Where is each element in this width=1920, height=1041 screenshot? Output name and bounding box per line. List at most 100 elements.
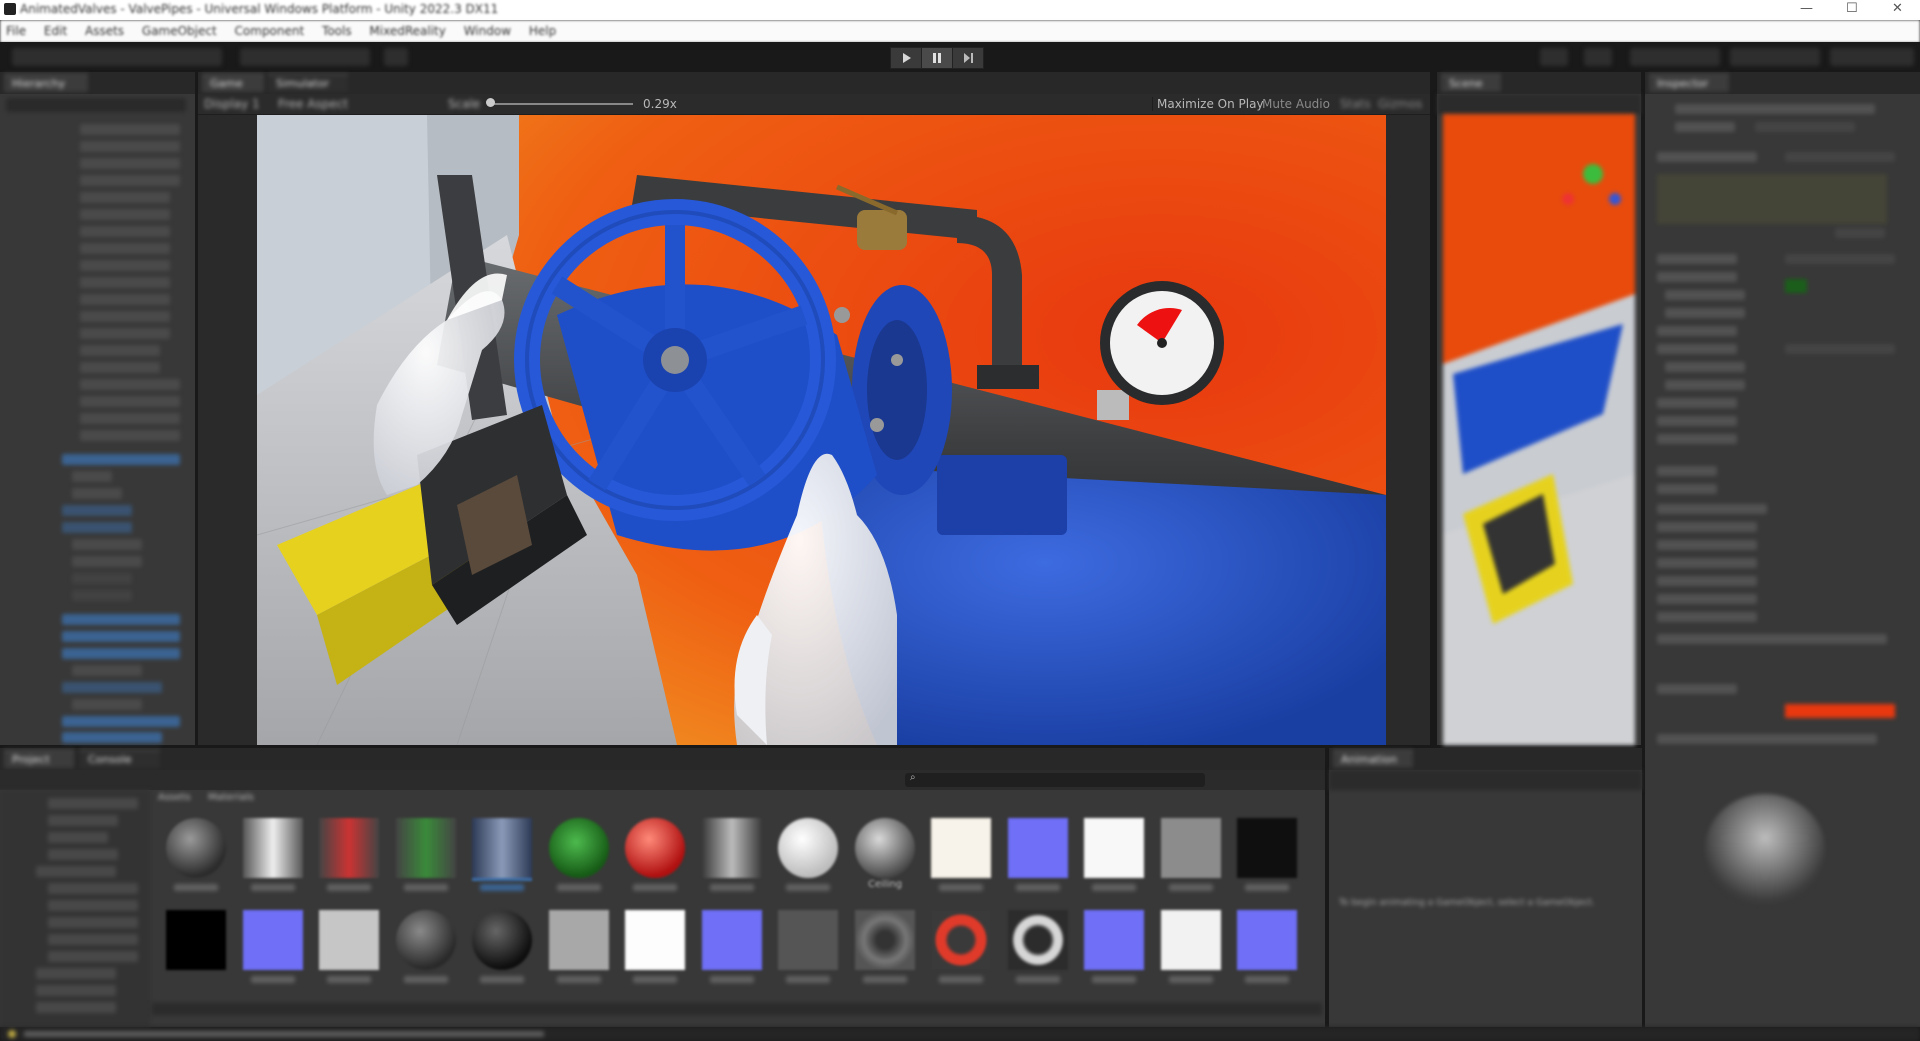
maximize-on-play-toggle[interactable]: Maximize On Play (1152, 97, 1264, 111)
material-thumbnail[interactable] (319, 818, 379, 878)
list-item[interactable] (80, 175, 180, 186)
material-thumbnail[interactable] (931, 910, 991, 970)
material-thumbnail[interactable] (702, 910, 762, 970)
material-thumbnail[interactable] (1237, 910, 1297, 970)
list-item[interactable] (80, 379, 180, 390)
breadcrumb-materials[interactable]: Materials (208, 792, 254, 803)
scene-viewport[interactable] (1443, 114, 1635, 745)
material-thumbnail[interactable] (625, 910, 685, 970)
list-item[interactable] (48, 815, 118, 826)
material-thumbnail[interactable] (243, 818, 303, 878)
mute-audio-toggle[interactable]: Mute Audio (1262, 97, 1330, 111)
cloud-icon[interactable] (1584, 48, 1612, 66)
scale-slider[interactable] (488, 103, 633, 105)
account-dropdown[interactable] (1630, 48, 1720, 66)
list-item[interactable] (80, 124, 180, 135)
list-item[interactable] (80, 362, 160, 373)
list-item[interactable] (72, 471, 112, 482)
material-thumbnail[interactable] (778, 910, 838, 970)
list-item[interactable] (62, 522, 132, 533)
tab-project[interactable]: Project (4, 750, 74, 768)
emission-color-swatch[interactable] (1785, 704, 1895, 718)
material-thumbnail[interactable] (1084, 910, 1144, 970)
list-item[interactable] (62, 732, 162, 743)
material-thumbnail[interactable] (1161, 818, 1221, 878)
list-item[interactable] (62, 716, 180, 727)
game-viewport[interactable] (257, 115, 1386, 745)
material-thumbnail[interactable] (855, 910, 915, 970)
list-item[interactable] (80, 158, 180, 169)
list-item[interactable] (62, 682, 162, 693)
menu-assets[interactable]: Assets (85, 24, 124, 38)
tab-animation[interactable]: Animation (1333, 750, 1413, 768)
collab-button[interactable] (1540, 48, 1568, 66)
minimize-icon[interactable]: — (1800, 1, 1813, 16)
surface-type-dropdown[interactable] (1785, 152, 1895, 162)
list-item[interactable] (80, 396, 180, 407)
list-item[interactable] (48, 951, 138, 962)
stats-toggle[interactable]: Stats (1340, 97, 1371, 111)
pivot-toggle[interactable] (240, 48, 370, 66)
material-thumbnail[interactable] (1084, 818, 1144, 878)
material-thumbnail[interactable] (1008, 818, 1068, 878)
material-thumbnail[interactable] (243, 910, 303, 970)
maximize-icon[interactable]: ☐ (1846, 1, 1858, 16)
list-item[interactable] (62, 631, 180, 642)
list-item[interactable] (48, 883, 138, 894)
scale-slider-handle[interactable] (486, 98, 495, 107)
menu-help[interactable]: Help (529, 24, 556, 38)
material-thumbnail[interactable] (396, 910, 456, 970)
advanced-options-header[interactable] (1657, 504, 1767, 514)
tab-game[interactable]: Game (202, 74, 264, 92)
list-item[interactable] (72, 539, 142, 550)
list-item[interactable] (48, 934, 138, 945)
tab-console[interactable]: Console (80, 750, 160, 768)
list-item[interactable] (80, 243, 170, 254)
list-item[interactable] (80, 260, 170, 271)
material-thumbnail[interactable] (319, 910, 379, 970)
grid-snap-button[interactable] (384, 48, 408, 66)
breadcrumb-assets[interactable]: Assets (158, 792, 191, 803)
menu-gameobject[interactable]: GameObject (142, 24, 217, 38)
material-thumbnail[interactable] (472, 818, 532, 881)
list-item[interactable] (80, 345, 160, 356)
material-thumbnail[interactable] (166, 818, 226, 878)
tab-simulator[interactable]: Simulator (268, 74, 348, 92)
inspector-dropdown[interactable] (1785, 254, 1895, 264)
material-thumbnail[interactable] (931, 818, 991, 878)
close-icon[interactable]: ✕ (1892, 1, 1903, 16)
list-item[interactable] (72, 488, 122, 499)
list-item[interactable] (48, 917, 138, 928)
material-thumbnail[interactable] (549, 910, 609, 970)
menu-tools[interactable]: Tools (322, 24, 352, 38)
gizmos-dropdown[interactable]: Gizmos (1378, 97, 1422, 111)
material-thumbnail[interactable] (625, 818, 685, 878)
list-item[interactable] (80, 311, 170, 322)
project-search-input[interactable]: ⌕ (905, 772, 1205, 787)
menu-component[interactable]: Component (235, 24, 305, 38)
list-item[interactable] (80, 226, 170, 237)
list-item[interactable] (72, 665, 142, 676)
list-item[interactable] (80, 328, 170, 339)
layout-dropdown[interactable] (1830, 48, 1914, 66)
transform-tools[interactable] (12, 48, 222, 66)
list-item[interactable] (36, 866, 116, 877)
aspect-dropdown[interactable]: Free Aspect (278, 97, 348, 111)
list-item[interactable] (80, 430, 180, 441)
list-item[interactable] (36, 985, 116, 996)
material-thumbnail[interactable] (549, 818, 609, 878)
list-item[interactable] (80, 413, 180, 424)
list-item[interactable] (48, 849, 118, 860)
list-item[interactable] (48, 832, 108, 843)
base-map-swatch[interactable] (1785, 279, 1807, 293)
menu-file[interactable]: File (6, 24, 26, 38)
material-thumbnail[interactable] (778, 818, 838, 878)
inspector-dropdown[interactable] (1785, 344, 1895, 354)
material-thumbnail[interactable] (1008, 910, 1068, 970)
step-button[interactable] (952, 47, 984, 69)
list-item[interactable] (80, 294, 170, 305)
status-message[interactable] (24, 1031, 544, 1037)
tab-scene[interactable]: Scene (1441, 74, 1501, 92)
fix-button[interactable] (1835, 228, 1885, 238)
list-item[interactable] (80, 141, 180, 152)
